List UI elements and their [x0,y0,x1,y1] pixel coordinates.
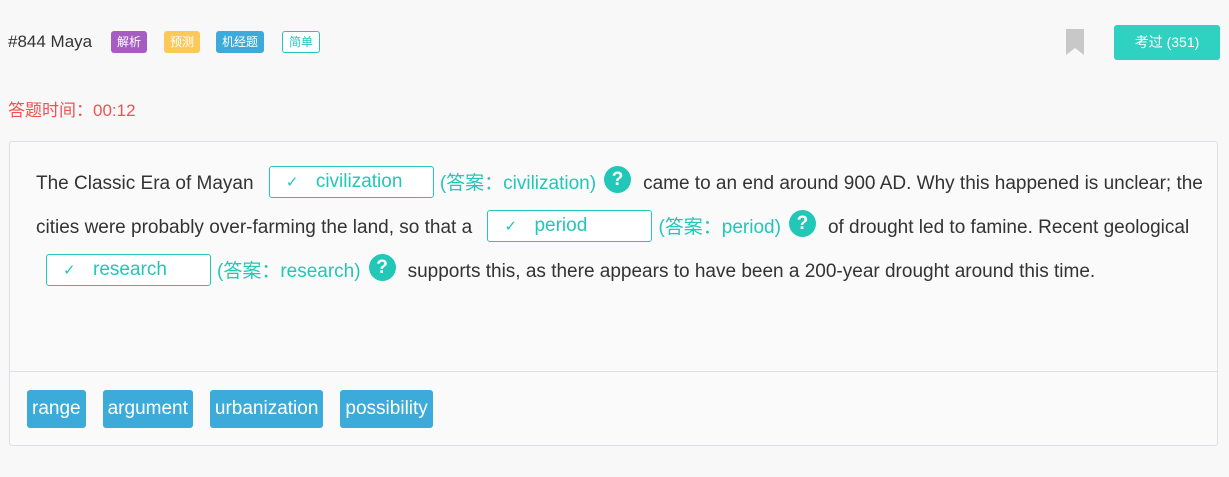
blank-value: research [93,258,167,280]
option-chip[interactable]: argument [102,390,193,428]
question-mark-icon[interactable]: ? [788,210,816,238]
blank-value: civilization [315,170,403,192]
answer-hint-3: (答案：research) [217,261,361,282]
check-icon: ✓ [285,173,299,191]
question-mark-icon[interactable]: ? [368,254,396,282]
check-icon: ✓ [504,217,518,235]
bookmark-icon[interactable] [1065,29,1085,55]
tag-difficulty: 简单 [282,31,321,53]
question-id: #844 Maya [8,32,93,51]
fill-blank-1[interactable]: ✓ civilization [268,165,434,198]
word-options: range argument urbanization possibility [27,390,450,428]
fill-blank-3[interactable]: ✓ research [46,253,211,286]
blank-value: period [534,214,588,236]
tag-prediction[interactable]: 预测 [164,31,201,53]
passage-segment: of drought led to famine. Recent geologi… [827,217,1190,238]
answer-hint-2: (答案：period) [658,217,781,238]
question-mark-icon[interactable]: ? [604,166,632,194]
header-bar: #844 Maya 解析 预测 机经题 简单 考过 (351) [0,0,1229,85]
timer-value: 00:12 [93,101,136,120]
timer-label: 答题时间： [8,101,93,120]
passage-segment: The Classic Era of Mayan [36,173,254,194]
option-chip[interactable]: possibility [340,390,433,428]
passage-segment: supports this, as there appears to have … [407,261,1096,282]
option-chip[interactable]: range [27,390,86,428]
option-chip[interactable]: urbanization [209,390,324,428]
divider [10,371,1217,372]
question-panel: The Classic Era of Mayan ✓ civilization (答… [9,141,1218,446]
answer-hint-1: (答案：civilization) [439,173,597,194]
passed-count-button[interactable]: 考过 (351) [1114,25,1220,60]
tag-analysis[interactable]: 解析 [111,31,148,53]
check-icon: ✓ [63,261,76,279]
answer-timer: 答题时间：00:12 [8,96,136,121]
passage-text: The Classic Era of Mayan ✓ civilization (答… [36,162,1206,294]
fill-blank-2[interactable]: ✓ period [487,209,653,242]
tag-exam-question[interactable]: 机经题 [216,31,265,53]
